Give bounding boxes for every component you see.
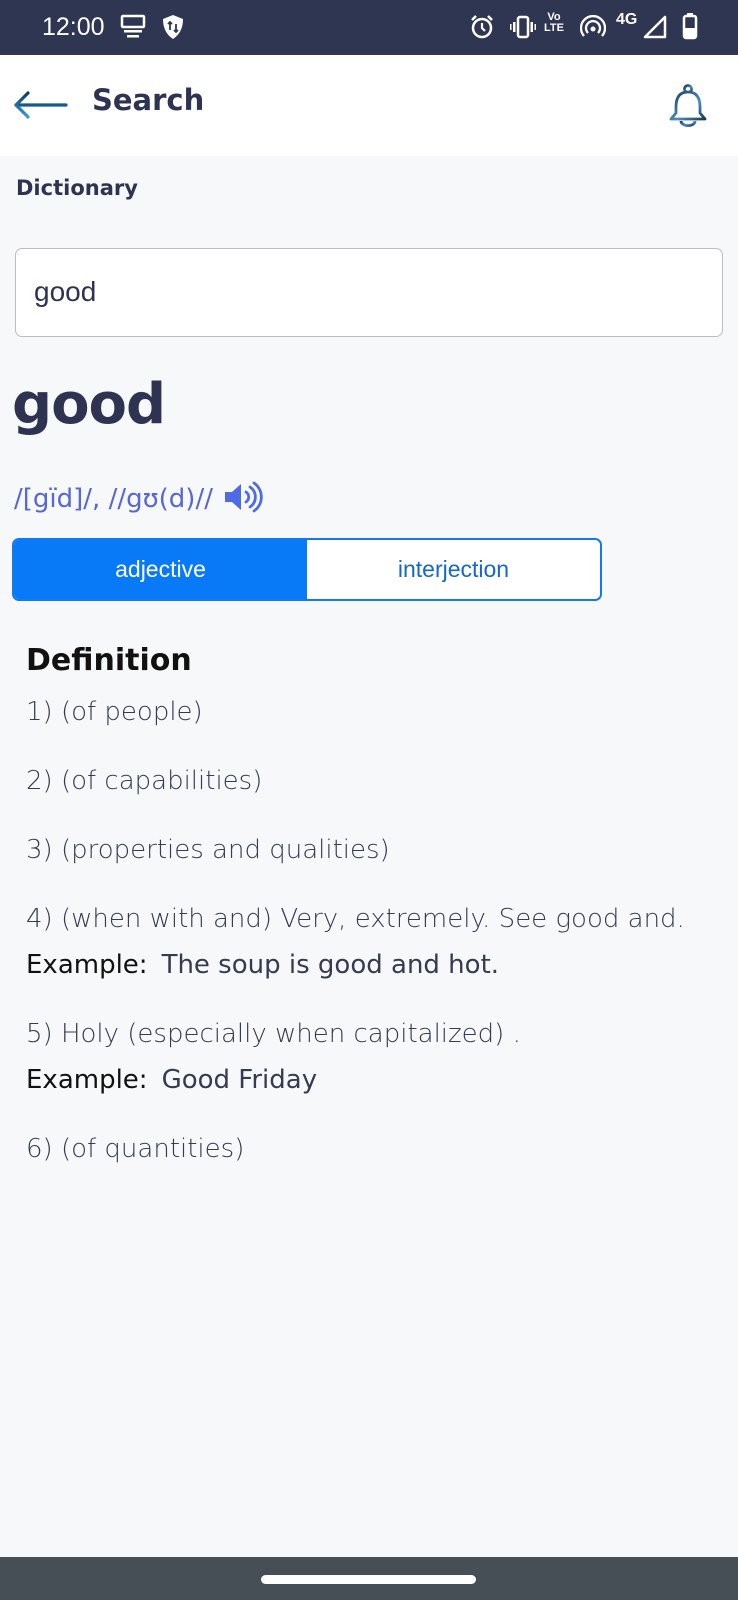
example-text: Good Friday — [161, 1065, 318, 1095]
definition-text: 2) (of capabilities) — [26, 766, 263, 796]
search-input[interactable] — [34, 249, 704, 335]
alarm-icon — [469, 14, 495, 40]
definition-item: 1) (of people) — [26, 692, 716, 732]
pronunciation-row: /[gïd]/, //gʊ(d)// — [14, 480, 263, 519]
vibrate-icon — [510, 15, 536, 39]
part-of-speech-tabs: adjective interjection — [12, 538, 602, 601]
network-4g-icon: 4G — [616, 11, 638, 28]
notifications-button[interactable] — [664, 81, 712, 131]
system-nav-bar — [0, 1557, 738, 1600]
back-button[interactable] — [12, 85, 70, 125]
example-label: Example: — [26, 950, 148, 980]
definition-item: 6) (of quantities) — [26, 1129, 716, 1169]
definition-text: 6) (of quantities) — [26, 1134, 245, 1164]
page-title: Search — [92, 83, 205, 117]
definition-list: 1) (of people) 2) (of capabilities) 3) (… — [26, 692, 716, 1198]
definition-heading: Definition — [26, 643, 192, 678]
app-bar: Search — [0, 55, 738, 156]
play-pronunciation-button[interactable] — [223, 480, 263, 519]
definition-item: 4) (when with and) Very, extremely. See … — [26, 899, 716, 985]
example-text: The soup is good and hot. — [161, 950, 500, 980]
definition-text: 4) (when with and) Very, extremely. See … — [26, 904, 685, 934]
bell-icon — [664, 84, 712, 135]
definition-item: 5) Holy (especially when capitalized) . … — [26, 1014, 716, 1100]
arrow-left-icon — [12, 91, 70, 129]
signal-icon — [643, 15, 667, 39]
tab-interjection[interactable]: interjection — [307, 540, 600, 599]
definition-item: 3) (properties and qualities) — [26, 830, 716, 870]
battery-icon — [682, 12, 698, 40]
status-time: 12:00 — [42, 13, 105, 41]
search-field[interactable] — [15, 248, 723, 337]
tab-adjective[interactable]: adjective — [14, 540, 307, 599]
definition-example: Example: Good Friday — [26, 1060, 716, 1100]
status-bar: 12:00 Vo LTE 4G — [0, 0, 738, 55]
section-label: Dictionary — [16, 176, 138, 200]
definition-text: 3) (properties and qualities) — [26, 835, 390, 865]
phonetic-text: /[gïd]/, //gʊ(d)// — [14, 484, 213, 514]
volte-bottom-label: LTE — [544, 22, 564, 34]
volte-icon: Vo LTE — [544, 12, 564, 34]
word-title: good — [12, 372, 166, 437]
definition-item: 2) (of capabilities) — [26, 761, 716, 801]
definition-example: Example: The soup is good and hot. — [26, 945, 716, 985]
example-label: Example: — [26, 1065, 148, 1095]
notification-stack-icon — [120, 14, 146, 40]
definition-text: 1) (of people) — [26, 697, 203, 727]
home-gesture-handle[interactable] — [261, 1575, 476, 1584]
vpn-shield-icon — [161, 14, 185, 40]
hotspot-icon — [580, 15, 606, 39]
speaker-icon — [223, 480, 263, 519]
definition-text: 5) Holy (especially when capitalized) . — [26, 1019, 521, 1049]
